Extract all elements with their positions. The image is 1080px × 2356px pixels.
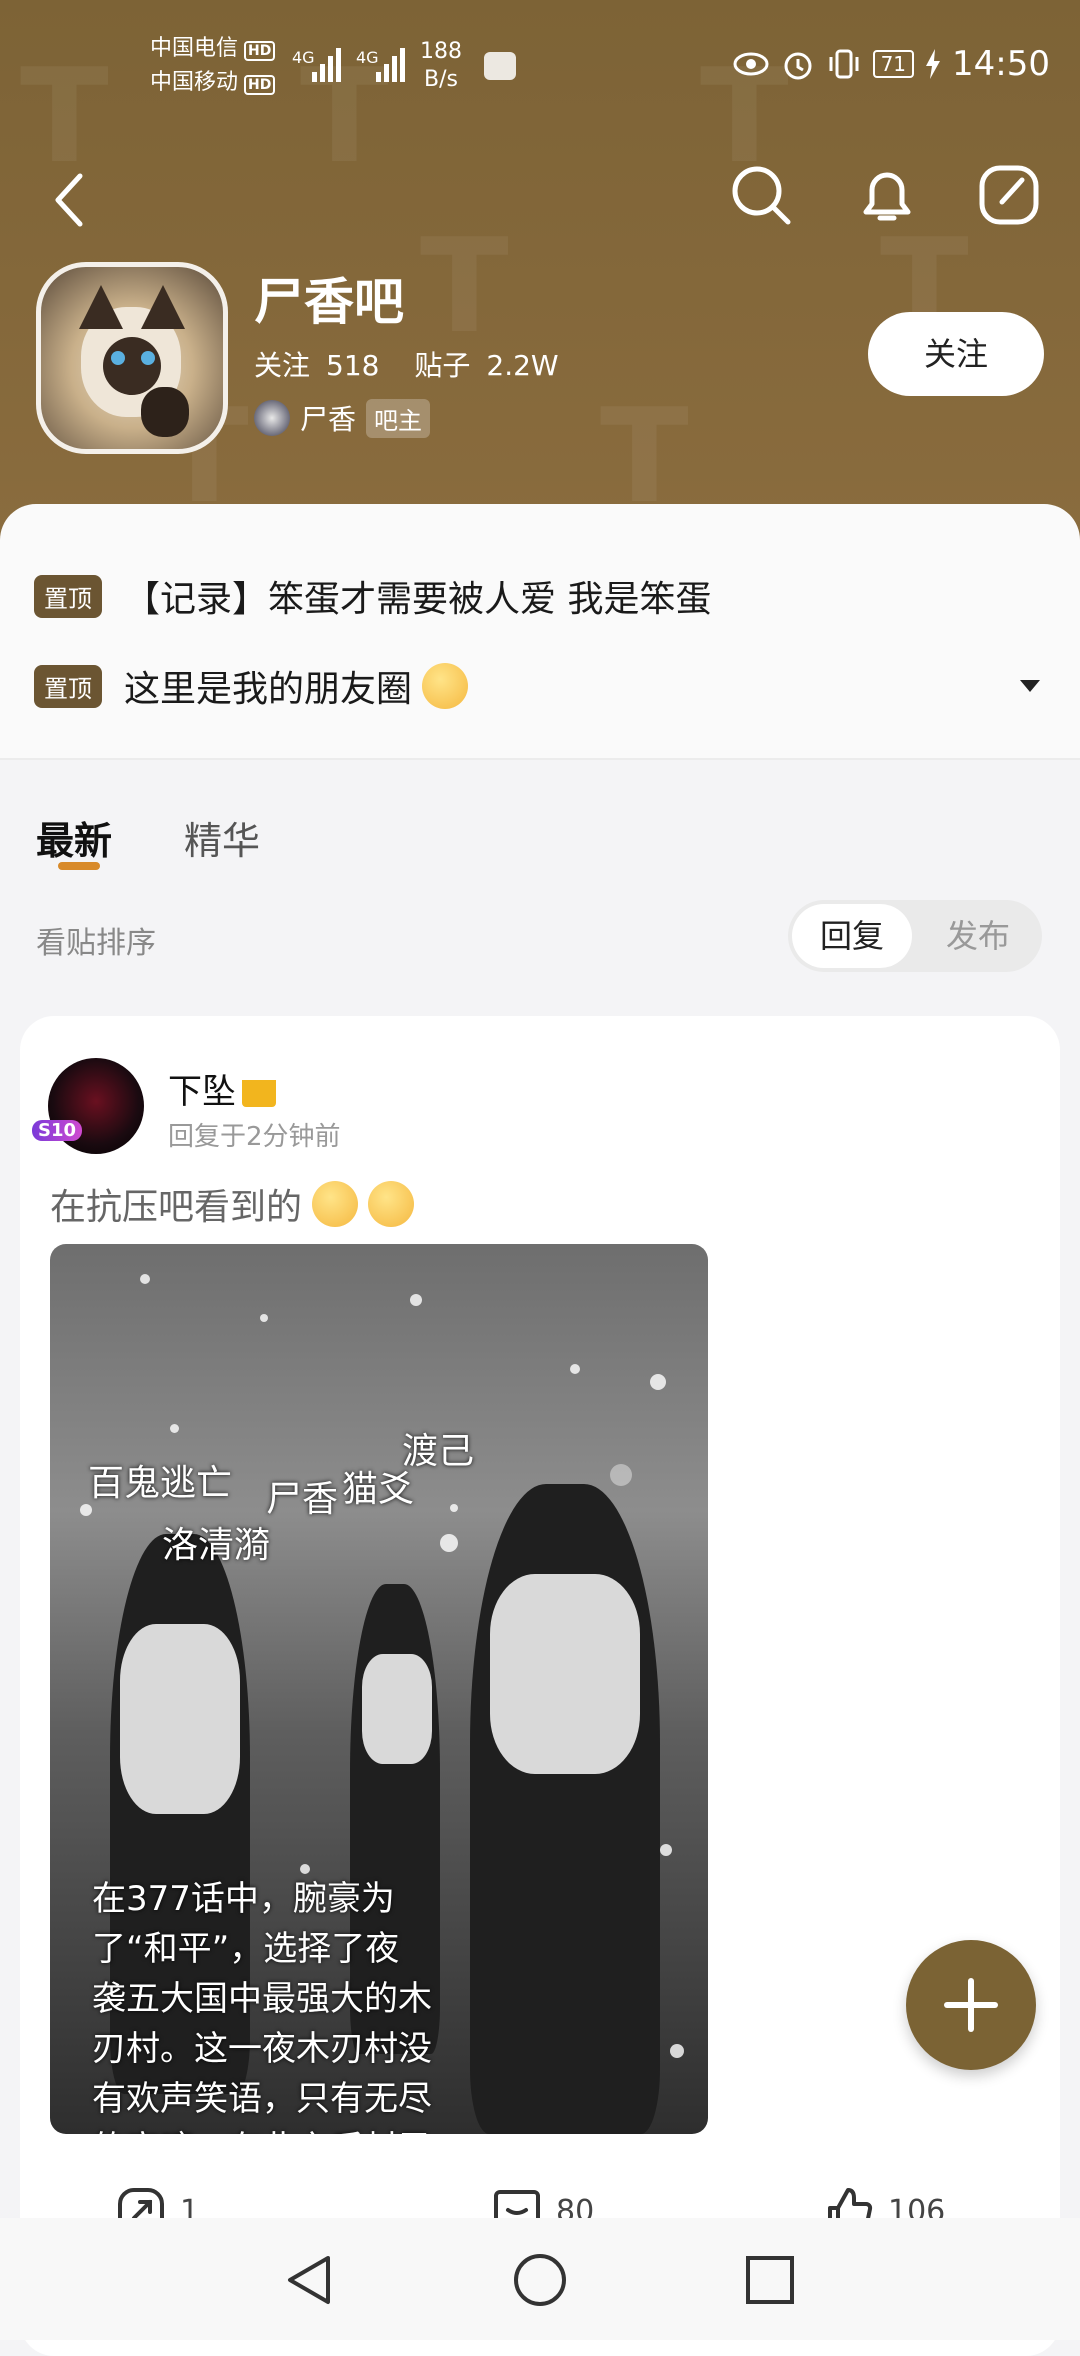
watermark-glyph: T: [420, 210, 509, 362]
hd-badge: HD: [244, 41, 276, 61]
author-name[interactable]: 下坠: [168, 1064, 236, 1113]
post-text-line: 在抗压吧看到的: [50, 1178, 415, 1230]
carrier-2: 中国移动: [150, 70, 239, 95]
edit-icon[interactable]: [974, 160, 1044, 230]
posts-label: 贴子: [414, 349, 471, 382]
posts-count: 2.2W: [486, 349, 559, 382]
tab-latest[interactable]: 最新: [36, 810, 112, 865]
follow-label: 关注: [254, 349, 311, 382]
follow-count: 518: [326, 349, 380, 382]
search-icon[interactable]: [726, 160, 796, 230]
post-time: 回复于2分钟前: [168, 1122, 341, 1152]
pinned-tag: 置顶: [34, 574, 102, 618]
image-label: 渡己: [402, 1431, 475, 1472]
tabs-area: 最新 精华 看贴排序 回复 发布: [0, 760, 1080, 1020]
speed-value: 188: [420, 39, 462, 64]
owner-role-badge: 吧主: [366, 398, 431, 438]
tab-featured[interactable]: 精华: [184, 810, 260, 865]
pinned-item[interactable]: 置顶 【记录】笨蛋才需要被人爱 我是笨蛋: [34, 570, 711, 622]
pinned-tag: 置顶: [34, 664, 102, 708]
charging-icon: [926, 49, 941, 79]
sort-toggle: 回复 发布: [788, 900, 1042, 972]
network-speed: 188 B/s: [420, 38, 462, 94]
speed-unit: B/s: [424, 67, 458, 92]
pinned-title: 这里是我的朋友圈: [124, 669, 413, 710]
owner-name: 尸香: [300, 403, 357, 436]
image-caption: 在377话中，腕豪为了“和平”，选择了夜袭五大国中最强大的木刃村。这一夜木刃村没…: [92, 1879, 432, 2134]
expand-icon[interactable]: [1020, 680, 1040, 692]
post-image[interactable]: 百鬼逃亡 洛清漪 尸香 猫爻 渡己 在377话中，腕豪为了“和平”，选择了夜袭五…: [50, 1244, 708, 2134]
bell-icon[interactable]: [852, 160, 922, 230]
notification-app-icon: [484, 52, 516, 80]
nav-home-icon[interactable]: [512, 2252, 568, 2308]
image-label: 洛清漪: [162, 1525, 271, 1566]
forum-owner[interactable]: 尸香 吧主: [254, 398, 431, 438]
pinned-item[interactable]: 置顶 这里是我的朋友圈: [34, 660, 469, 712]
image-label: 百鬼逃亡: [88, 1463, 233, 1504]
author-line: 下坠: [168, 1064, 276, 1113]
forum-stats: 关注 518 贴子 2.2W: [254, 344, 575, 384]
signal-icon: [312, 46, 341, 82]
signal-icon: [376, 46, 405, 82]
forum-name: 尸香吧: [254, 273, 404, 331]
owner-avatar: [254, 400, 290, 436]
follow-button[interactable]: 关注: [868, 312, 1044, 396]
post-card[interactable]: S10 下坠 回复于2分钟前 在抗压吧看到的 百鬼逃亡 洛清漪 尸香 猫爻 渡己…: [20, 1016, 1060, 2356]
eye-icon: [733, 52, 769, 76]
clock: 14:50: [952, 44, 1050, 84]
vibrate-icon: [829, 49, 859, 79]
forum-avatar[interactable]: [36, 262, 228, 454]
emoji-icon: [368, 1181, 415, 1227]
image-label: 尸香: [266, 1479, 339, 1520]
battery-level: 71: [872, 50, 915, 78]
sort-reply-button[interactable]: 回复: [792, 904, 912, 968]
carrier-1: 中国电信: [150, 36, 239, 61]
level-badge: S10: [32, 1120, 83, 1141]
alarm-icon: [784, 52, 812, 80]
post-text: 在抗压吧看到的: [50, 1187, 303, 1228]
hd-badge: HD: [244, 75, 276, 95]
sort-label: 看贴排序: [36, 926, 156, 961]
system-nav-bar: [0, 2218, 1080, 2340]
emoji-icon: [422, 663, 469, 709]
forum-header: T T T T T T T 中国电信 HD 中国移动 HD 4G 4G 188 B/…: [0, 0, 1080, 540]
nav-back-icon[interactable]: [282, 2252, 338, 2308]
new-post-button[interactable]: [906, 1940, 1036, 2070]
pinned-title: 【记录】笨蛋才需要被人爱 我是笨蛋: [124, 579, 712, 620]
active-tab-indicator: [58, 862, 100, 870]
status-bar: 中国电信 HD 中国移动 HD 4G 4G 188 B/s 71 14:50: [0, 0, 1080, 130]
beer-icon: [242, 1070, 276, 1107]
sort-publish-button[interactable]: 发布: [918, 904, 1038, 968]
nav-recents-icon[interactable]: [742, 2252, 798, 2308]
status-right: 71 14:50: [733, 44, 1050, 84]
carrier-info: 中国电信 HD 中国移动 HD: [150, 32, 276, 100]
emoji-icon: [312, 1181, 359, 1227]
pinned-posts: 置顶 【记录】笨蛋才需要被人爱 我是笨蛋 置顶 这里是我的朋友圈: [0, 504, 1080, 758]
back-icon[interactable]: [50, 170, 90, 230]
